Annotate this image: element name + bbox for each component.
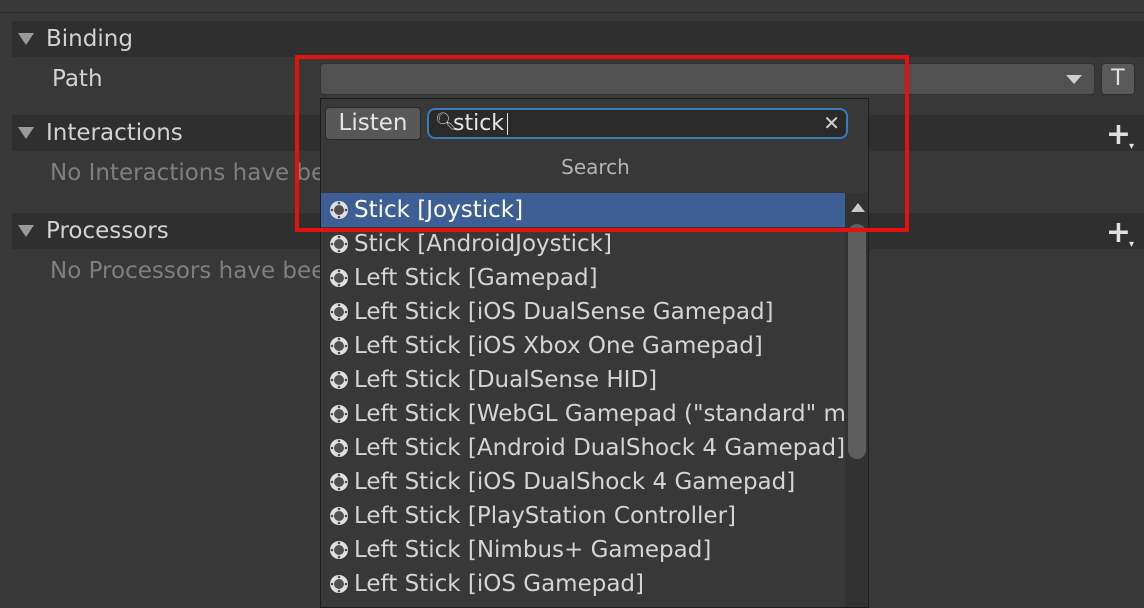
list-item[interactable]: Stick [AndroidJoystick] [321, 227, 845, 261]
text-mode-button[interactable]: T [1101, 63, 1135, 95]
gamepad-stick-icon [330, 371, 348, 389]
list-item[interactable]: Left Stick [Android DualShock 4 Gamepad] [321, 431, 845, 465]
list-item[interactable]: Left Stick [iOS DualShock 4 Gamepad] [321, 465, 845, 499]
processors-title: Processors [46, 218, 169, 244]
list-item[interactable]: Left Stick [WebGL Gamepad ("standard" ma [321, 397, 845, 431]
highlight-rectangle [295, 55, 909, 232]
list-item-label: Left Stick [iOS Gamepad] [354, 571, 644, 597]
list-item-label: Left Stick [DualSense HID] [354, 367, 658, 393]
chevron-down-icon[interactable] [1066, 75, 1082, 84]
list-item-label: Left Stick [Nimbus+ Gamepad] [354, 537, 712, 563]
list-item-label: Stick [AndroidJoystick] [354, 231, 612, 257]
gamepad-stick-icon [330, 507, 348, 525]
list-item-label: Left Stick [WebGL Gamepad ("standard" ma [354, 401, 845, 427]
list-item[interactable]: Left Stick [iOS Gamepad] [321, 567, 845, 601]
interactions-title: Interactions [46, 120, 183, 146]
list-item-label: Left Stick [iOS Xbox One Gamepad] [354, 333, 763, 359]
gamepad-stick-icon [330, 473, 348, 491]
gamepad-stick-icon [330, 575, 348, 593]
processors-empty-text: No Processors have bee [50, 258, 326, 284]
scrollbar-thumb[interactable] [848, 224, 866, 459]
gamepad-stick-icon [330, 337, 348, 355]
binding-title: Binding [46, 26, 133, 52]
list-item-label: Left Stick [PlayStation Controller] [354, 503, 736, 529]
add-processor-plus-icon[interactable]: +▾ [1106, 215, 1134, 250]
control-list: Stick [Joystick] Stick [AndroidJoystick] L… [321, 193, 845, 601]
gamepad-stick-icon [330, 541, 348, 559]
gamepad-stick-icon [330, 405, 348, 423]
foldout-triangle-icon[interactable] [18, 127, 34, 139]
binding-header[interactable]: Binding [12, 21, 1144, 57]
gamepad-stick-icon [330, 303, 348, 321]
scrollbar[interactable] [845, 193, 868, 607]
add-interaction-plus-icon[interactable]: +▾ [1106, 117, 1134, 152]
list-item-label: Left Stick [iOS DualShock 4 Gamepad] [354, 469, 796, 495]
list-item[interactable]: Left Stick [iOS Xbox One Gamepad] [321, 329, 845, 363]
list-item-label: Left Stick [iOS DualSense Gamepad] [354, 299, 774, 325]
list-item[interactable]: Left Stick [DualSense HID] [321, 363, 845, 397]
gamepad-stick-icon [330, 235, 348, 253]
top-strip [0, 0, 1144, 13]
path-label: Path [52, 66, 103, 92]
gamepad-stick-icon [330, 439, 348, 457]
list-item[interactable]: Left Stick [Gamepad] [321, 261, 845, 295]
foldout-triangle-icon[interactable] [18, 33, 34, 45]
list-item[interactable]: Left Stick [Nimbus+ Gamepad] [321, 533, 845, 567]
list-item[interactable]: Left Stick [iOS DualSense Gamepad] [321, 295, 845, 329]
list-item[interactable]: Left Stick [PlayStation Controller] [321, 499, 845, 533]
foldout-triangle-icon[interactable] [18, 225, 34, 237]
list-item-label: Left Stick [Android DualShock 4 Gamepad] [354, 435, 845, 461]
gamepad-stick-icon [330, 269, 348, 287]
list-item-label: Left Stick [Gamepad] [354, 265, 598, 291]
